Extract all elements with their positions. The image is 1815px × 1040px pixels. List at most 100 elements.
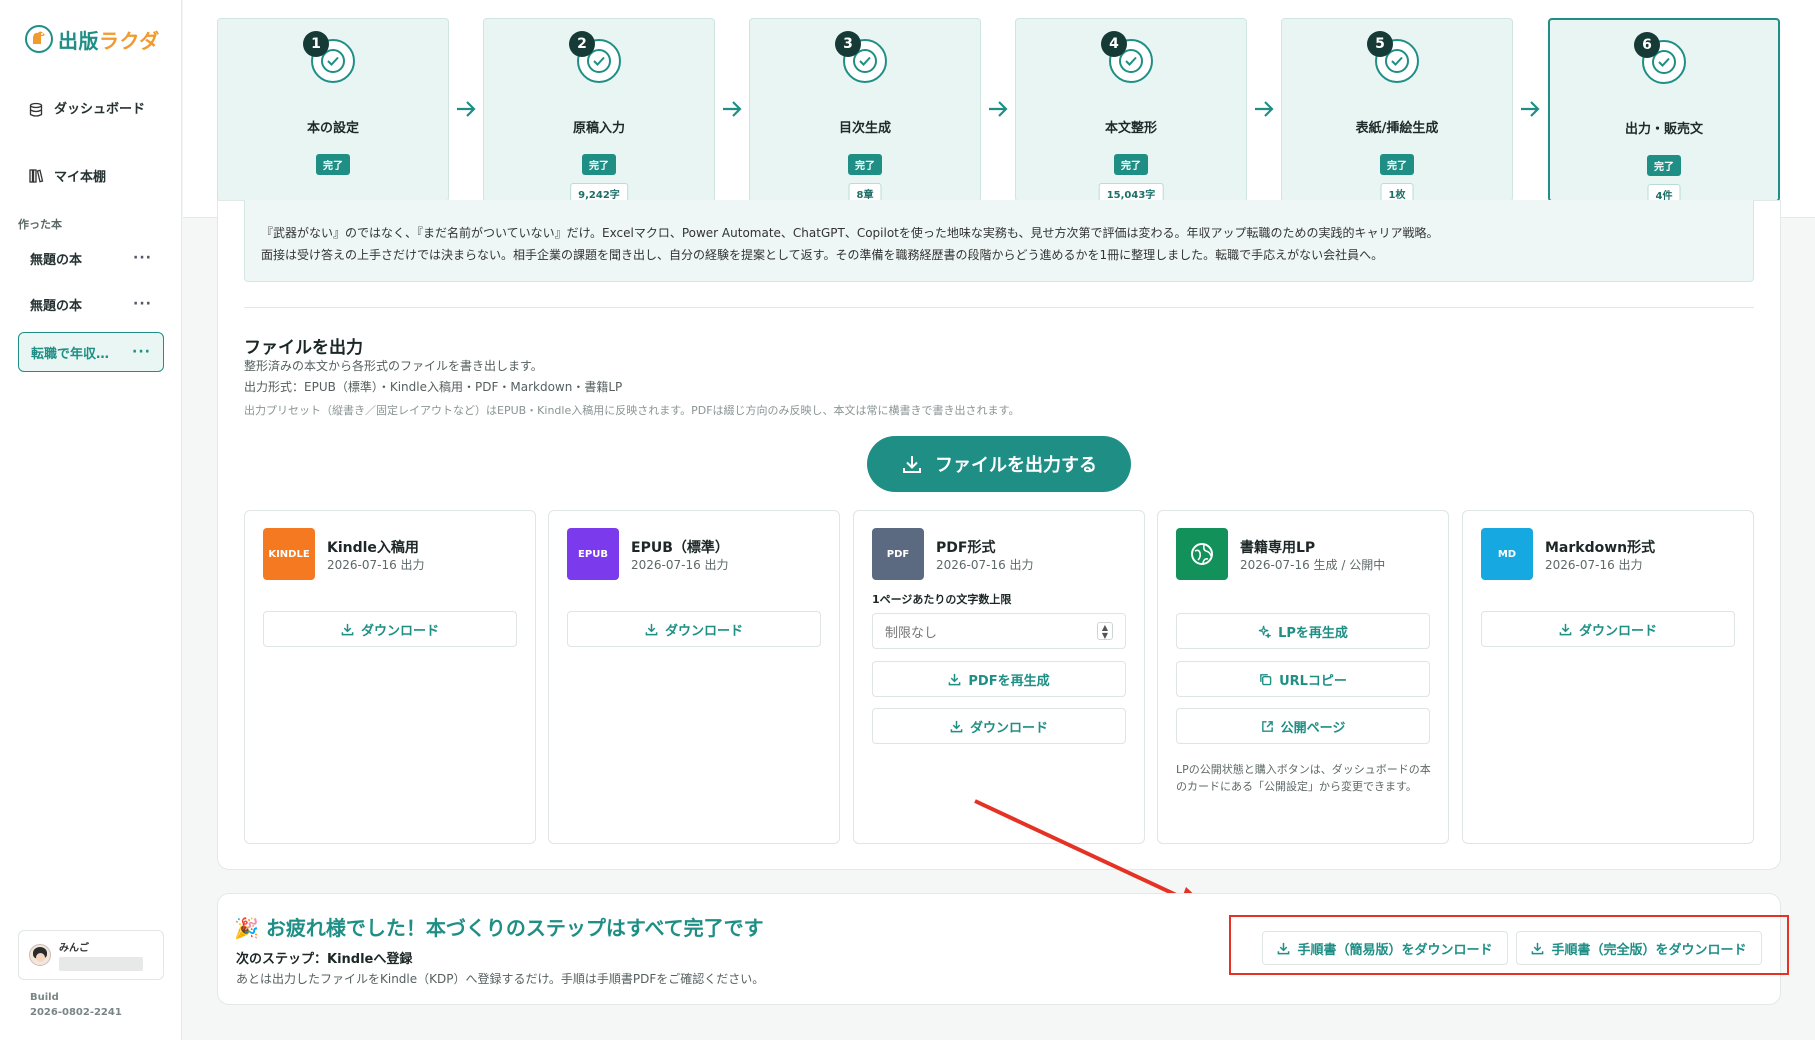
char-limit-label: 1ページあたりの文字数上限: [872, 593, 1012, 606]
download-label: ダウンロード: [1578, 623, 1657, 639]
file-date: 2026-07-16 出力: [936, 558, 1034, 572]
download-icon: [645, 623, 658, 635]
download-icon: [903, 456, 921, 473]
download-icon: [949, 673, 961, 685]
description-line: 『武器がない』のではなく、『まだ名前がついていない』だけ。Excelマクロ、Po…: [261, 226, 1439, 240]
status-badge: 完了: [1647, 155, 1681, 176]
download-icon: [1532, 942, 1544, 954]
step-circle: 3: [835, 31, 887, 83]
completion-title: 🎉 お疲れ様でした！本づくりのステップはすべて完了です: [234, 912, 764, 941]
file-name: Kindle入稿用: [327, 540, 419, 556]
step-1[interactable]: 1 本の設定 完了: [217, 18, 449, 202]
pdf-file-icon: PDF: [872, 528, 924, 580]
sidebar-item-dashboard[interactable]: ダッシュボード: [18, 96, 164, 124]
step-4[interactable]: 4 本文整形 完了 15,043字: [1015, 18, 1247, 204]
download-icon: [1278, 942, 1290, 954]
step-number: 5: [1367, 31, 1393, 57]
step-name: 本文整形: [1104, 121, 1157, 136]
book-title: 転職で年収…: [31, 346, 110, 362]
arrow-right-icon: [1521, 101, 1540, 117]
download-guide-label: 手順書（簡易版）をダウンロード: [1297, 942, 1493, 958]
download-button[interactable]: ダウンロード: [263, 611, 517, 647]
file-name: Markdown形式: [1545, 540, 1656, 556]
download-button[interactable]: ダウンロード: [567, 611, 821, 647]
open-public-page-button[interactable]: 公開ページ: [1176, 708, 1430, 744]
section-title: ファイルを出力: [244, 338, 363, 358]
sidebar-item-label: マイ本棚: [54, 170, 107, 185]
sidebar-item-bookshelf[interactable]: マイ本棚: [18, 160, 164, 191]
bookshelf-icon: [29, 168, 44, 183]
sidebar: 出版ラクダ ダッシュボード マイ本棚 作った本 無題の本 ··· 無題の本 ··…: [0, 0, 182, 1040]
download-guide-label: 手順書（完全版）をダウンロード: [1551, 942, 1747, 958]
regenerate-pdf-button[interactable]: PDFを再生成: [872, 661, 1126, 697]
download-icon: [950, 720, 963, 732]
status-badge: 完了: [1114, 154, 1148, 175]
step-name: 原稿入力: [572, 121, 625, 136]
sidebar-item-label: ダッシュボード: [54, 102, 146, 117]
status-badge: 完了: [848, 154, 882, 175]
book-title: 無題の本: [30, 298, 83, 314]
file-date: 2026-07-16 生成 / 公開中: [1240, 558, 1386, 572]
step-circle: 5: [1367, 31, 1419, 83]
next-step-label: 次のステップ：Kindleへ登録: [236, 952, 413, 967]
app-name-part1: 出版: [58, 28, 99, 53]
step-6-current[interactable]: 6 出力・販売文 完了 4件: [1548, 18, 1780, 205]
user-card[interactable]: みんご: [18, 930, 164, 980]
download-button[interactable]: ダウンロード: [872, 708, 1126, 744]
description-line: 面接は受け答えの上手さだけでは決まらない。相手企業の課題を聞き出し、自分の経験を…: [261, 248, 1384, 262]
arrow-right-icon: [723, 101, 742, 117]
file-name: 書籍専用LP: [1240, 540, 1316, 556]
stepper-icon[interactable]: ▲ ▼: [1097, 622, 1113, 640]
arrow-right-icon: [989, 101, 1008, 117]
step-number: 3: [835, 31, 861, 57]
step-circle: 1: [303, 31, 355, 83]
export-files-button[interactable]: ファイルを出力する: [867, 436, 1131, 492]
globe-icon: [1176, 528, 1228, 580]
download-button[interactable]: ダウンロード: [1481, 611, 1735, 647]
database-icon: [29, 102, 43, 117]
step-name: 出力・販売文: [1624, 122, 1703, 137]
download-label: ダウンロード: [360, 623, 439, 639]
file-card-epub: EPUB EPUB（標準） 2026-07-16 出力 ダウンロード: [548, 510, 840, 844]
download-icon: [341, 623, 354, 635]
camel-logo-icon: [25, 25, 53, 53]
step-name: 本の設定: [306, 121, 359, 136]
completion-title-text: お疲れ様でした！本づくりのステップはすべて完了です: [265, 916, 764, 940]
copy-url-button[interactable]: URLコピー: [1176, 661, 1430, 697]
book-description: 『武器がない』のではなく、『まだ名前がついていない』だけ。Excelマクロ、Po…: [244, 200, 1754, 282]
step-name: 表紙/挿絵生成: [1355, 121, 1439, 136]
char-limit-input[interactable]: 制限なし ▲ ▼: [872, 613, 1126, 649]
sidebar-book-item-active[interactable]: 転職で年収… ···: [18, 332, 164, 372]
preset-note: 出力プリセット（縦書き／固定レイアウトなど）はEPUB・Kindle入稿用に反映…: [244, 404, 1020, 417]
section-label-books: 作った本: [18, 218, 62, 231]
file-card-kindle: KINDLE Kindle入稿用 2026-07-16 出力 ダウンロード: [244, 510, 536, 844]
avatar: [29, 944, 51, 966]
file-date: 2026-07-16 出力: [1545, 558, 1643, 572]
file-card-lp: 書籍専用LP 2026-07-16 生成 / 公開中 LPを再生成 URLコピー…: [1157, 510, 1449, 844]
regenerate-label: PDFを再生成: [968, 673, 1050, 689]
download-label: ダウンロード: [969, 720, 1048, 736]
regenerate-lp-button[interactable]: LPを再生成: [1176, 613, 1430, 649]
more-icon[interactable]: ···: [132, 344, 151, 360]
step-5[interactable]: 5 表紙/挿絵生成 完了 1枚: [1281, 18, 1513, 204]
char-limit-value: 制限なし: [885, 625, 938, 641]
step-number: 6: [1634, 32, 1660, 58]
more-icon[interactable]: ···: [133, 296, 152, 312]
file-date: 2026-07-16 出力: [631, 558, 729, 572]
download-guide-simple-button[interactable]: 手順書（簡易版）をダウンロード: [1262, 931, 1508, 965]
sidebar-book-item[interactable]: 無題の本 ···: [18, 238, 164, 278]
app-logo[interactable]: 出版ラクダ: [24, 24, 160, 54]
epub-file-icon: EPUB: [567, 528, 619, 580]
file-name: EPUB（標準）: [631, 540, 729, 556]
open-label: 公開ページ: [1280, 720, 1346, 736]
step-2[interactable]: 2 原稿入力 完了 9,242字: [483, 18, 715, 204]
file-name: PDF形式: [936, 540, 996, 556]
book-title: 無題の本: [30, 252, 83, 268]
download-guide-full-button[interactable]: 手順書（完全版）をダウンロード: [1516, 931, 1762, 965]
step-circle: 6: [1634, 32, 1686, 84]
sidebar-book-item[interactable]: 無題の本 ···: [18, 284, 164, 324]
next-step-desc: あとは出力したファイルをKindle（KDP）へ登録するだけ。手順は手順書PDF…: [236, 972, 765, 986]
sparkle-icon: [1258, 625, 1272, 638]
more-icon[interactable]: ···: [133, 250, 152, 266]
step-3[interactable]: 3 目次生成 完了 8章: [749, 18, 981, 204]
